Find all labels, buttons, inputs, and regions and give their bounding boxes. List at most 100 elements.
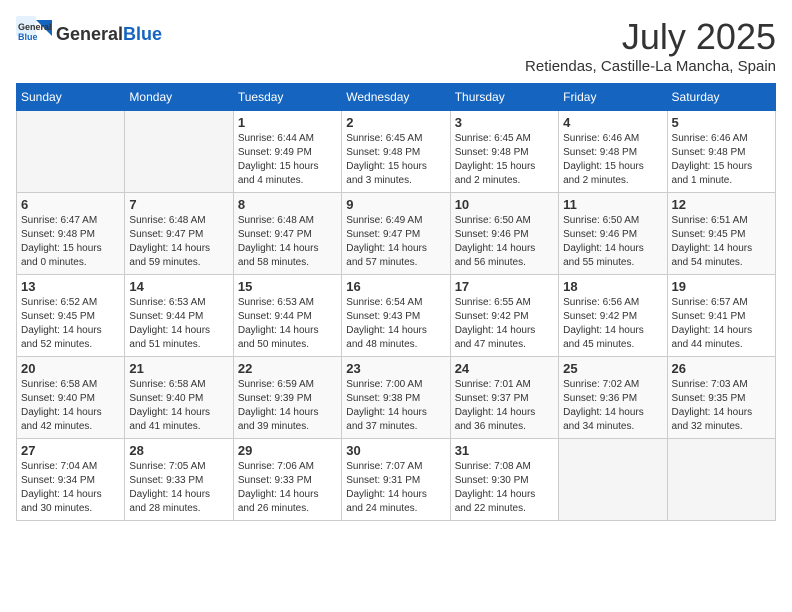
day-number: 12 xyxy=(672,197,771,212)
day-number: 3 xyxy=(455,115,554,130)
day-number: 30 xyxy=(346,443,445,458)
day-info: Sunrise: 6:52 AM Sunset: 9:45 PM Dayligh… xyxy=(21,296,120,352)
day-info: Sunrise: 6:44 AM Sunset: 9:49 PM Dayligh… xyxy=(238,132,337,188)
calendar-cell: 25Sunrise: 7:02 AM Sunset: 9:36 PM Dayli… xyxy=(559,357,667,439)
calendar-week-row: 20 Sunrise: 6:58 AM Sunset: 9:40 PM Dayli… xyxy=(17,357,776,439)
day-number: 22 xyxy=(238,361,337,376)
day-info: Sunrise: 6:45 AM Sunset: 9:48 PM Dayligh… xyxy=(455,132,554,188)
day-info: Sunrise: 7:08 AM Sunset: 9:30 PM Dayligh… xyxy=(455,460,554,516)
day-info: Sunrise: 7:02 AM Sunset: 9:36 PM Dayligh… xyxy=(563,378,662,434)
logo-icon: General Blue xyxy=(16,16,52,52)
month-title: July 2025 xyxy=(525,16,776,58)
day-info: Sunrise: 6:47 AM Sunset: 9:48 PM Dayligh… xyxy=(21,214,120,270)
logo-general: General xyxy=(56,24,123,45)
calendar-week-row: 1 Sunrise: 6:44 AM Sunset: 9:49 PM Daylig… xyxy=(17,111,776,193)
calendar-cell: 18 Sunrise: 6:56 AM Sunset: 9:42 PM Dayli… xyxy=(559,275,667,357)
logo-blue: Blue xyxy=(123,24,162,45)
day-info: Sunrise: 6:59 AM Sunset: 9:39 PM Dayligh… xyxy=(238,378,337,434)
day-number: 20 xyxy=(21,361,120,376)
day-number: 24 xyxy=(455,361,554,376)
day-info: Sunrise: 7:01 AM Sunset: 9:37 PM Dayligh… xyxy=(455,378,554,434)
day-info: Sunrise: 6:51 AM Sunset: 9:45 PM Dayligh… xyxy=(672,214,771,270)
day-number: 14 xyxy=(129,279,228,294)
calendar-cell: 7 Sunrise: 6:48 AM Sunset: 9:47 PM Daylig… xyxy=(125,193,233,275)
day-number: 10 xyxy=(455,197,554,212)
day-info: Sunrise: 7:00 AM Sunset: 9:38 PM Dayligh… xyxy=(346,378,445,434)
day-info: Sunrise: 7:05 AM Sunset: 9:33 PM Dayligh… xyxy=(129,460,228,516)
weekday-header-thursday: Thursday xyxy=(450,84,558,111)
calendar-cell: 1 Sunrise: 6:44 AM Sunset: 9:49 PM Daylig… xyxy=(233,111,341,193)
day-info: Sunrise: 6:48 AM Sunset: 9:47 PM Dayligh… xyxy=(238,214,337,270)
day-number: 7 xyxy=(129,197,228,212)
day-number: 13 xyxy=(21,279,120,294)
calendar-cell: 21 Sunrise: 6:58 AM Sunset: 9:40 PM Dayli… xyxy=(125,357,233,439)
day-number: 5 xyxy=(672,115,771,130)
weekday-header-wednesday: Wednesday xyxy=(342,84,450,111)
day-number: 4 xyxy=(563,115,662,130)
calendar-cell xyxy=(667,439,775,521)
day-info: Sunrise: 7:07 AM Sunset: 9:31 PM Dayligh… xyxy=(346,460,445,516)
day-info: Sunrise: 6:48 AM Sunset: 9:47 PM Dayligh… xyxy=(129,214,228,270)
calendar-cell: 6 Sunrise: 6:47 AM Sunset: 9:48 PM Daylig… xyxy=(17,193,125,275)
day-number: 2 xyxy=(346,115,445,130)
calendar-cell: 20 Sunrise: 6:58 AM Sunset: 9:40 PM Dayli… xyxy=(17,357,125,439)
day-number: 9 xyxy=(346,197,445,212)
day-info: Sunrise: 6:46 AM Sunset: 9:48 PM Dayligh… xyxy=(563,132,662,188)
calendar-cell: 16 Sunrise: 6:54 AM Sunset: 9:43 PM Dayli… xyxy=(342,275,450,357)
calendar-cell: 19Sunrise: 6:57 AM Sunset: 9:41 PM Dayli… xyxy=(667,275,775,357)
day-info: Sunrise: 6:46 AM Sunset: 9:48 PM Dayligh… xyxy=(672,132,771,188)
day-number: 16 xyxy=(346,279,445,294)
calendar-cell: 24 Sunrise: 7:01 AM Sunset: 9:37 PM Dayli… xyxy=(450,357,558,439)
day-number: 31 xyxy=(455,443,554,458)
calendar-cell xyxy=(17,111,125,193)
day-info: Sunrise: 6:49 AM Sunset: 9:47 PM Dayligh… xyxy=(346,214,445,270)
day-info: Sunrise: 6:50 AM Sunset: 9:46 PM Dayligh… xyxy=(455,214,554,270)
day-info: Sunrise: 6:54 AM Sunset: 9:43 PM Dayligh… xyxy=(346,296,445,352)
day-info: Sunrise: 6:58 AM Sunset: 9:40 PM Dayligh… xyxy=(129,378,228,434)
calendar-cell: 12 Sunrise: 6:51 AM Sunset: 9:45 PM Dayli… xyxy=(667,193,775,275)
calendar-cell xyxy=(559,439,667,521)
calendar-cell: 15 Sunrise: 6:53 AM Sunset: 9:44 PM Dayli… xyxy=(233,275,341,357)
day-number: 18 xyxy=(563,279,662,294)
day-number: 17 xyxy=(455,279,554,294)
calendar-cell: 26 Sunrise: 7:03 AM Sunset: 9:35 PM Dayli… xyxy=(667,357,775,439)
calendar-week-row: 13 Sunrise: 6:52 AM Sunset: 9:45 PM Dayli… xyxy=(17,275,776,357)
day-info: Sunrise: 6:45 AM Sunset: 9:48 PM Dayligh… xyxy=(346,132,445,188)
svg-text:General: General xyxy=(18,22,52,32)
day-number: 6 xyxy=(21,197,120,212)
calendar-cell: 27 Sunrise: 7:04 AM Sunset: 9:34 PM Dayli… xyxy=(17,439,125,521)
calendar-cell: 29Sunrise: 7:06 AM Sunset: 9:33 PM Dayli… xyxy=(233,439,341,521)
calendar-cell: 28 Sunrise: 7:05 AM Sunset: 9:33 PM Dayli… xyxy=(125,439,233,521)
day-number: 15 xyxy=(238,279,337,294)
title-area: July 2025 Retiendas, Castille-La Mancha,… xyxy=(525,16,776,75)
day-number: 29 xyxy=(238,443,337,458)
logo: General Blue GeneralBlue xyxy=(16,16,162,52)
weekday-header-sunday: Sunday xyxy=(17,84,125,111)
day-info: Sunrise: 6:58 AM Sunset: 9:40 PM Dayligh… xyxy=(21,378,120,434)
calendar-cell: 22 Sunrise: 6:59 AM Sunset: 9:39 PM Dayli… xyxy=(233,357,341,439)
day-number: 27 xyxy=(21,443,120,458)
day-info: Sunrise: 6:56 AM Sunset: 9:42 PM Dayligh… xyxy=(563,296,662,352)
day-info: Sunrise: 6:55 AM Sunset: 9:42 PM Dayligh… xyxy=(455,296,554,352)
day-info: Sunrise: 7:04 AM Sunset: 9:34 PM Dayligh… xyxy=(21,460,120,516)
calendar-cell: 14Sunrise: 6:53 AM Sunset: 9:44 PM Dayli… xyxy=(125,275,233,357)
day-number: 28 xyxy=(129,443,228,458)
calendar-cell: 17 Sunrise: 6:55 AM Sunset: 9:42 PM Dayli… xyxy=(450,275,558,357)
day-info: Sunrise: 7:03 AM Sunset: 9:35 PM Dayligh… xyxy=(672,378,771,434)
day-info: Sunrise: 6:53 AM Sunset: 9:44 PM Dayligh… xyxy=(238,296,337,352)
day-number: 19 xyxy=(672,279,771,294)
calendar-week-row: 6 Sunrise: 6:47 AM Sunset: 9:48 PM Daylig… xyxy=(17,193,776,275)
calendar-cell: 8Sunrise: 6:48 AM Sunset: 9:47 PM Daylig… xyxy=(233,193,341,275)
weekday-header-saturday: Saturday xyxy=(667,84,775,111)
calendar-cell: 2 Sunrise: 6:45 AM Sunset: 9:48 PM Daylig… xyxy=(342,111,450,193)
calendar-cell: 11Sunrise: 6:50 AM Sunset: 9:46 PM Dayli… xyxy=(559,193,667,275)
calendar-cell: 5 Sunrise: 6:46 AM Sunset: 9:48 PM Daylig… xyxy=(667,111,775,193)
day-number: 1 xyxy=(238,115,337,130)
day-number: 26 xyxy=(672,361,771,376)
calendar-week-row: 27 Sunrise: 7:04 AM Sunset: 9:34 PM Dayli… xyxy=(17,439,776,521)
calendar-cell: 23Sunrise: 7:00 AM Sunset: 9:38 PM Dayli… xyxy=(342,357,450,439)
calendar-cell: 31 Sunrise: 7:08 AM Sunset: 9:30 PM Dayli… xyxy=(450,439,558,521)
weekday-header-monday: Monday xyxy=(125,84,233,111)
day-number: 21 xyxy=(129,361,228,376)
calendar-cell: 10 Sunrise: 6:50 AM Sunset: 9:46 PM Dayli… xyxy=(450,193,558,275)
